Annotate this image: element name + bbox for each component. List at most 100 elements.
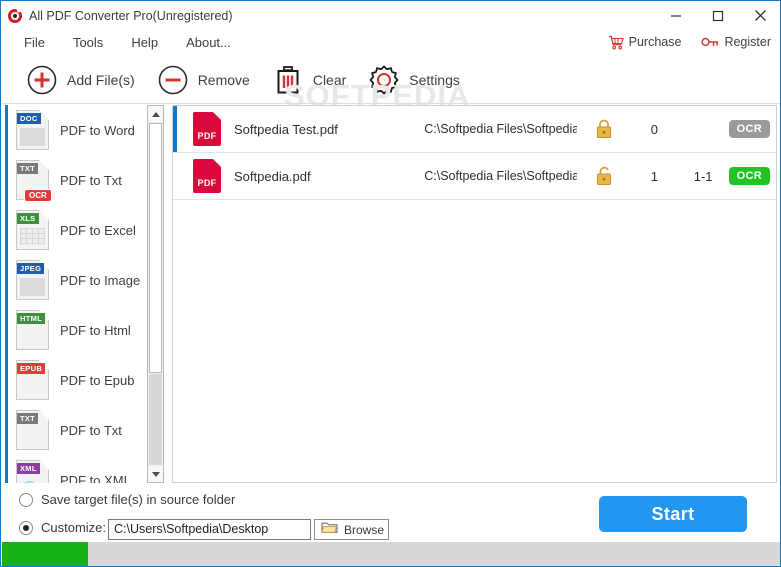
menu-item-about[interactable]: About...: [176, 32, 241, 53]
sidebar-label-pdf-to-word: PDF to Word: [60, 122, 135, 138]
pdf-icon-label: PDF: [197, 131, 217, 141]
folder-icon: [321, 520, 338, 539]
html-tag: HTML: [17, 313, 46, 324]
page-range[interactable]: 1-1: [678, 169, 729, 184]
sidebar-item-pdf-to-html[interactable]: HTML PDF to Html: [8, 305, 153, 355]
row-selection-indicator: [173, 106, 177, 152]
window-title: All PDF Converter Pro(Unregistered): [29, 8, 233, 23]
purchase-label: Purchase: [628, 35, 682, 49]
menu-item-tools[interactable]: Tools: [63, 32, 113, 53]
scrollbar-track[interactable]: [149, 374, 162, 465]
pdf-file-icon: PDF: [193, 112, 221, 146]
ocr-toggle[interactable]: OCR: [728, 120, 776, 138]
customize-radio[interactable]: [19, 520, 33, 535]
add-files-button[interactable]: Add File(s): [26, 64, 135, 96]
ocr-sub-badge: OCR: [24, 189, 52, 202]
scroll-up-icon[interactable]: [148, 106, 163, 122]
xml-file-icon: XML: [16, 460, 49, 483]
doc-file-icon: DOC: [16, 110, 49, 150]
plus-circle-icon: [26, 64, 58, 96]
txt-file-icon: TXT: [16, 410, 49, 450]
xls-tag: XLS: [17, 213, 39, 224]
sidebar-item-pdf-to-xml[interactable]: XML PDF to XML: [8, 455, 153, 483]
scrollbar-thumb[interactable]: [149, 123, 162, 373]
menu-item-file[interactable]: File: [14, 32, 55, 53]
gear-icon: [368, 64, 400, 96]
doc-tag: DOC: [17, 113, 41, 124]
file-path: C:\Softpedia Files\Softpedia ...: [424, 122, 578, 136]
sidebar-label-pdf-to-txt-ocr: PDF to Txt: [60, 172, 122, 188]
customize-label: Customize:: [41, 520, 107, 535]
sidebar-label-pdf-to-image: PDF to Image: [60, 272, 141, 288]
browse-label: Browse: [344, 522, 385, 537]
close-button[interactable]: [739, 2, 780, 29]
progress-bar: [2, 542, 780, 566]
file-name: Softpedia.pdf: [234, 168, 311, 184]
purchase-button[interactable]: Purchase: [608, 35, 682, 50]
locked-icon[interactable]: [577, 118, 631, 140]
sidebar-item-pdf-to-excel[interactable]: XLS PDF to Excel: [8, 205, 153, 255]
epub-tag: EPUB: [17, 363, 46, 374]
toolbar-divider: [2, 103, 780, 104]
browse-button[interactable]: Browse: [314, 519, 389, 540]
xls-file-icon: XLS: [16, 210, 49, 250]
pdf-icon-label: PDF: [197, 178, 217, 188]
conversion-type-sidebar[interactable]: DOC PDF to Word TXT OCR PDF to Txt XLS P…: [5, 105, 167, 483]
add-files-label: Add File(s): [67, 71, 135, 88]
start-button[interactable]: Start: [599, 496, 747, 532]
output-path-input[interactable]: C:\Users\Softpedia\Desktop: [108, 519, 311, 540]
sidebar-label-pdf-to-txt: PDF to Txt: [60, 422, 122, 438]
register-button[interactable]: Register: [701, 35, 771, 49]
progress-bar-fill: [2, 542, 88, 566]
table-row[interactable]: PDF Softpedia Test.pdf C:\Softpedia File…: [173, 106, 776, 153]
window-controls: [655, 2, 780, 29]
sidebar-item-pdf-to-epub[interactable]: EPUB PDF to Epub: [8, 355, 153, 405]
clear-button[interactable]: Clear: [272, 64, 346, 96]
ocr-badge: OCR: [728, 120, 771, 138]
register-label: Register: [724, 35, 771, 49]
save-in-source-option[interactable]: Save target file(s) in source folder: [19, 492, 235, 507]
jpeg-tag: JPEG: [17, 263, 45, 274]
minimize-button[interactable]: [655, 2, 697, 29]
sidebar-item-pdf-to-txt-ocr[interactable]: TXT OCR PDF to Txt: [8, 155, 153, 205]
key-icon: [701, 35, 719, 49]
sidebar-label-pdf-to-xml: PDF to XML: [60, 472, 131, 484]
unlocked-icon[interactable]: [577, 165, 631, 187]
trash-icon: [272, 64, 304, 96]
file-path: C:\Softpedia Files\Softpedia....: [424, 169, 578, 183]
menu-bar: File Tools Help About... Purchase Regist…: [2, 29, 780, 55]
save-in-source-radio[interactable]: [19, 492, 33, 507]
ocr-badge: OCR: [728, 167, 771, 185]
remove-button[interactable]: Remove: [157, 64, 250, 96]
top-right-actions: Purchase Register: [608, 29, 771, 55]
row-selection-indicator: [173, 153, 177, 199]
txt-tag-2: TXT: [17, 413, 39, 424]
settings-label: Settings: [409, 71, 460, 88]
file-name: Softpedia Test.pdf: [234, 121, 338, 137]
ocr-toggle[interactable]: OCR: [728, 167, 776, 185]
menu-item-help[interactable]: Help: [121, 32, 168, 53]
sidebar-item-pdf-to-image[interactable]: JPEG PDF to Image: [8, 255, 153, 305]
xml-tag: XML: [17, 463, 40, 474]
txt-tag: TXT: [17, 163, 39, 174]
customize-option[interactable]: Customize:: [19, 520, 106, 535]
html-file-icon: HTML: [16, 310, 49, 350]
file-list[interactable]: PDF Softpedia Test.pdf C:\Softpedia File…: [172, 105, 777, 483]
app-logo-icon: [8, 6, 24, 24]
sidebar-item-pdf-to-txt[interactable]: TXT PDF to Txt: [8, 405, 153, 455]
page-count: 0: [650, 121, 659, 137]
clear-label: Clear: [312, 71, 347, 88]
remove-label: Remove: [197, 71, 250, 88]
epub-file-icon: EPUB: [16, 360, 49, 400]
table-row[interactable]: PDF Softpedia.pdf C:\Softpedia Files\Sof…: [173, 153, 776, 200]
application-window: All PDF Converter Pro(Unregistered) File…: [0, 0, 781, 567]
scroll-down-icon[interactable]: [148, 466, 163, 482]
cart-icon: [608, 35, 624, 50]
title-bar: All PDF Converter Pro(Unregistered): [2, 2, 780, 29]
sidebar-label-pdf-to-html: PDF to Html: [60, 322, 131, 338]
sidebar-scrollbar[interactable]: [147, 105, 164, 483]
sidebar-item-pdf-to-word[interactable]: DOC PDF to Word: [8, 105, 153, 155]
minus-circle-icon: [157, 64, 189, 96]
settings-button[interactable]: Settings: [368, 64, 460, 96]
maximize-button[interactable]: [697, 2, 739, 29]
